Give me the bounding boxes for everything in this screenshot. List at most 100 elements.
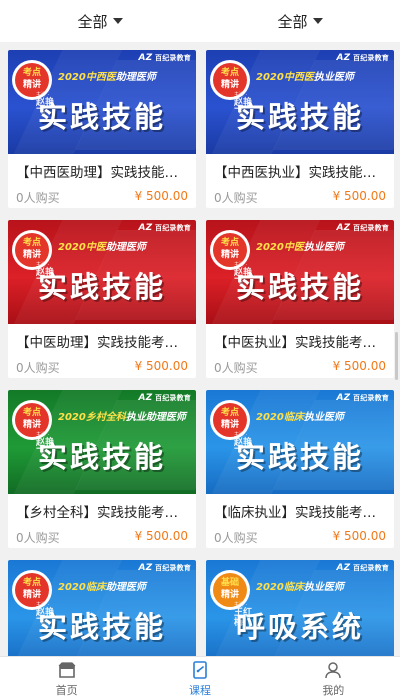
course-title: 【中西医执业】实践技能考试... [214, 165, 394, 180]
banner-text: 考点 [220, 238, 239, 248]
course-card[interactable]: AZ 百纪录教育 考点 精讲 2020中医执业医师 主讲 · 赵艳飞 实践技能 【… [206, 220, 394, 378]
banner-text: 2020 [58, 412, 86, 423]
brand-logo: AZ 百纪录教育 [138, 563, 191, 573]
banner-title: 实践技能 [235, 440, 364, 474]
banner-text: 乡村全科 [85, 412, 126, 423]
bottom-tab-bar: 首页 课程 我的 [0, 656, 400, 700]
banner-text: AZ [336, 223, 351, 233]
banner-text: 考点 [22, 408, 41, 418]
banner-text: 考点 [220, 68, 239, 78]
banner-text: 精讲 [22, 590, 41, 600]
banner-text: 精讲 [22, 80, 41, 90]
course-title: 【临床执业】实践技能考试（2... [214, 505, 394, 520]
course-card[interactable]: AZ 百纪录教育 考点 精讲 2020中医助理医师 主讲 · 赵艳飞 实践技能 【… [8, 220, 196, 378]
banner-text: 百纪录教育 [155, 394, 191, 402]
brand-logo: AZ 百纪录教育 [336, 393, 389, 403]
banner-text: 考点 [220, 408, 239, 418]
tab-profile[interactable]: 我的 [267, 657, 400, 700]
banner-text: 百纪录教育 [353, 394, 389, 402]
course-card[interactable]: AZ 百纪录教育 考点 精讲 2020临床执业医师 主讲 · 赵艳飞 实践技能 【… [206, 390, 394, 548]
banner-subtitle: 2020中西医执业医师 [256, 68, 354, 83]
banner-text: 执业医师 [303, 412, 344, 423]
course-banner: AZ 百纪录教育 考点 精讲 2020临床助理医师 主讲 · 赵艳飞 实践技能 [8, 560, 196, 656]
buyer-count: 0人购买 [214, 361, 258, 375]
course-meta: 0人购买 ¥ 500.00 [8, 350, 196, 376]
banner-text: AZ [138, 393, 153, 403]
banner-text: 精讲 [220, 80, 239, 90]
filter-bar: 全部 全部 [0, 0, 400, 42]
banner-text: AZ [138, 563, 153, 573]
course-price: ¥ 500.00 [134, 189, 188, 203]
brand-logo: AZ 百纪录教育 [336, 223, 389, 233]
buyer-count: 0人购买 [214, 531, 258, 545]
banner-text: 助理医师 [105, 582, 146, 593]
banner-text: 基础 [220, 578, 239, 588]
buyer-count: 0人购买 [16, 191, 60, 205]
banner-text: 百纪录教育 [155, 564, 191, 572]
filter-dropdown-category[interactable]: 全部 [0, 0, 200, 42]
course-title: 【乡村全科】实践技能考试（2... [16, 505, 196, 520]
course-card[interactable]: AZ 百纪录教育 考点 精讲 2020乡村全科执业助理医师 主讲 · 赵艳飞 实践… [8, 390, 196, 548]
banner-text: AZ [336, 53, 351, 63]
banner-text: 精讲 [220, 250, 239, 260]
banner-text: 百纪录教育 [353, 224, 389, 232]
tab-profile-label: 我的 [322, 683, 345, 697]
course-banner: AZ 百纪录教育 考点 精讲 2020中医助理医师 主讲 · 赵艳飞 实践技能 [8, 220, 196, 324]
banner-text: AZ [138, 53, 153, 63]
course-meta: 0人购买 ¥ 500.00 [206, 520, 394, 546]
banner-text: 2020 [256, 72, 284, 83]
course-grid: AZ 百纪录教育 考点 精讲 2020中西医助理医师 主讲 · 赵艳飞 实践技能 … [8, 50, 394, 656]
tab-courses[interactable]: 课程 [133, 657, 266, 700]
course-list[interactable]: AZ 百纪录教育 考点 精讲 2020中西医助理医师 主讲 · 赵艳飞 实践技能 … [0, 42, 400, 656]
banner-subtitle: 2020临床执业医师 [256, 578, 344, 593]
course-price: ¥ 500.00 [332, 529, 386, 543]
caret-down-icon [112, 18, 123, 24]
course-price: ¥ 500.00 [332, 359, 386, 373]
banner-text: 助理医师 [115, 72, 156, 83]
filter-label: 全部 [77, 12, 108, 31]
course-card[interactable]: AZ 百纪录教育 考点 精讲 2020临床助理医师 主讲 · 赵艳飞 实践技能 [8, 560, 196, 656]
banner-text: 中西医 [283, 72, 314, 83]
course-banner: AZ 百纪录教育 考点 精讲 2020中西医执业医师 主讲 · 赵艳飞 实践技能 [206, 50, 394, 154]
banner-text: 2020 [256, 242, 284, 253]
course-title: 【中医执业】实践技能考试（2... [214, 335, 394, 350]
banner-text: 助理医师 [105, 242, 146, 253]
course-card[interactable]: AZ 百纪录教育 考点 精讲 2020中西医执业医师 主讲 · 赵艳飞 实践技能 … [206, 50, 394, 208]
scrollbar[interactable] [395, 332, 398, 380]
banner-text: 精讲 [220, 420, 239, 430]
banner-text: 2020 [58, 242, 86, 253]
course-card[interactable]: AZ 百纪录教育 考点 精讲 2020中西医助理医师 主讲 · 赵艳飞 实践技能 … [8, 50, 196, 208]
banner-text: 精讲 [220, 590, 239, 600]
banner-text: 执业医师 [303, 582, 344, 593]
banner-subtitle: 2020乡村全科执业助理医师 [58, 408, 186, 423]
banner-subtitle: 2020中医执业医师 [256, 238, 344, 253]
course-title: 【中医助理】实践技能考试（2... [16, 335, 196, 350]
filter-label: 全部 [277, 12, 308, 31]
banner-text: 精讲 [22, 250, 41, 260]
banner-title: 实践技能 [37, 610, 166, 644]
banner-text: 百纪录教育 [353, 54, 389, 62]
banner-text: 中医 [85, 242, 106, 253]
caret-down-icon [312, 18, 323, 24]
course-price: ¥ 500.00 [134, 529, 188, 543]
banner-title: 实践技能 [37, 270, 166, 304]
banner-subtitle: 2020临床助理医师 [58, 578, 146, 593]
banner-text: 百纪录教育 [155, 224, 191, 232]
tab-home-label: 首页 [55, 683, 78, 697]
banner-text: 中医 [283, 242, 304, 253]
banner-text: 考点 [22, 68, 41, 78]
buyer-count: 0人购买 [16, 531, 60, 545]
banner-text: 中西医 [85, 72, 116, 83]
filter-dropdown-type[interactable]: 全部 [200, 0, 400, 42]
banner-text: 考点 [22, 238, 41, 248]
brand-logo: AZ 百纪录教育 [336, 563, 389, 573]
buyer-count: 0人购买 [16, 361, 60, 375]
tab-courses-label: 课程 [188, 683, 211, 697]
banner-text: 执业助理医师 [125, 412, 186, 423]
course-card[interactable]: AZ 百纪录教育 基础 精讲 2020临床执业医师 主讲 · 王红梅 呼吸系统 [206, 560, 394, 656]
course-title: 【中西医助理】实践技能考试... [16, 165, 196, 180]
tab-home[interactable]: 首页 [0, 657, 133, 700]
course-meta: 0人购买 ¥ 500.00 [206, 350, 394, 376]
course-price: ¥ 500.00 [134, 359, 188, 373]
course-meta: 0人购买 ¥ 500.00 [8, 180, 196, 206]
